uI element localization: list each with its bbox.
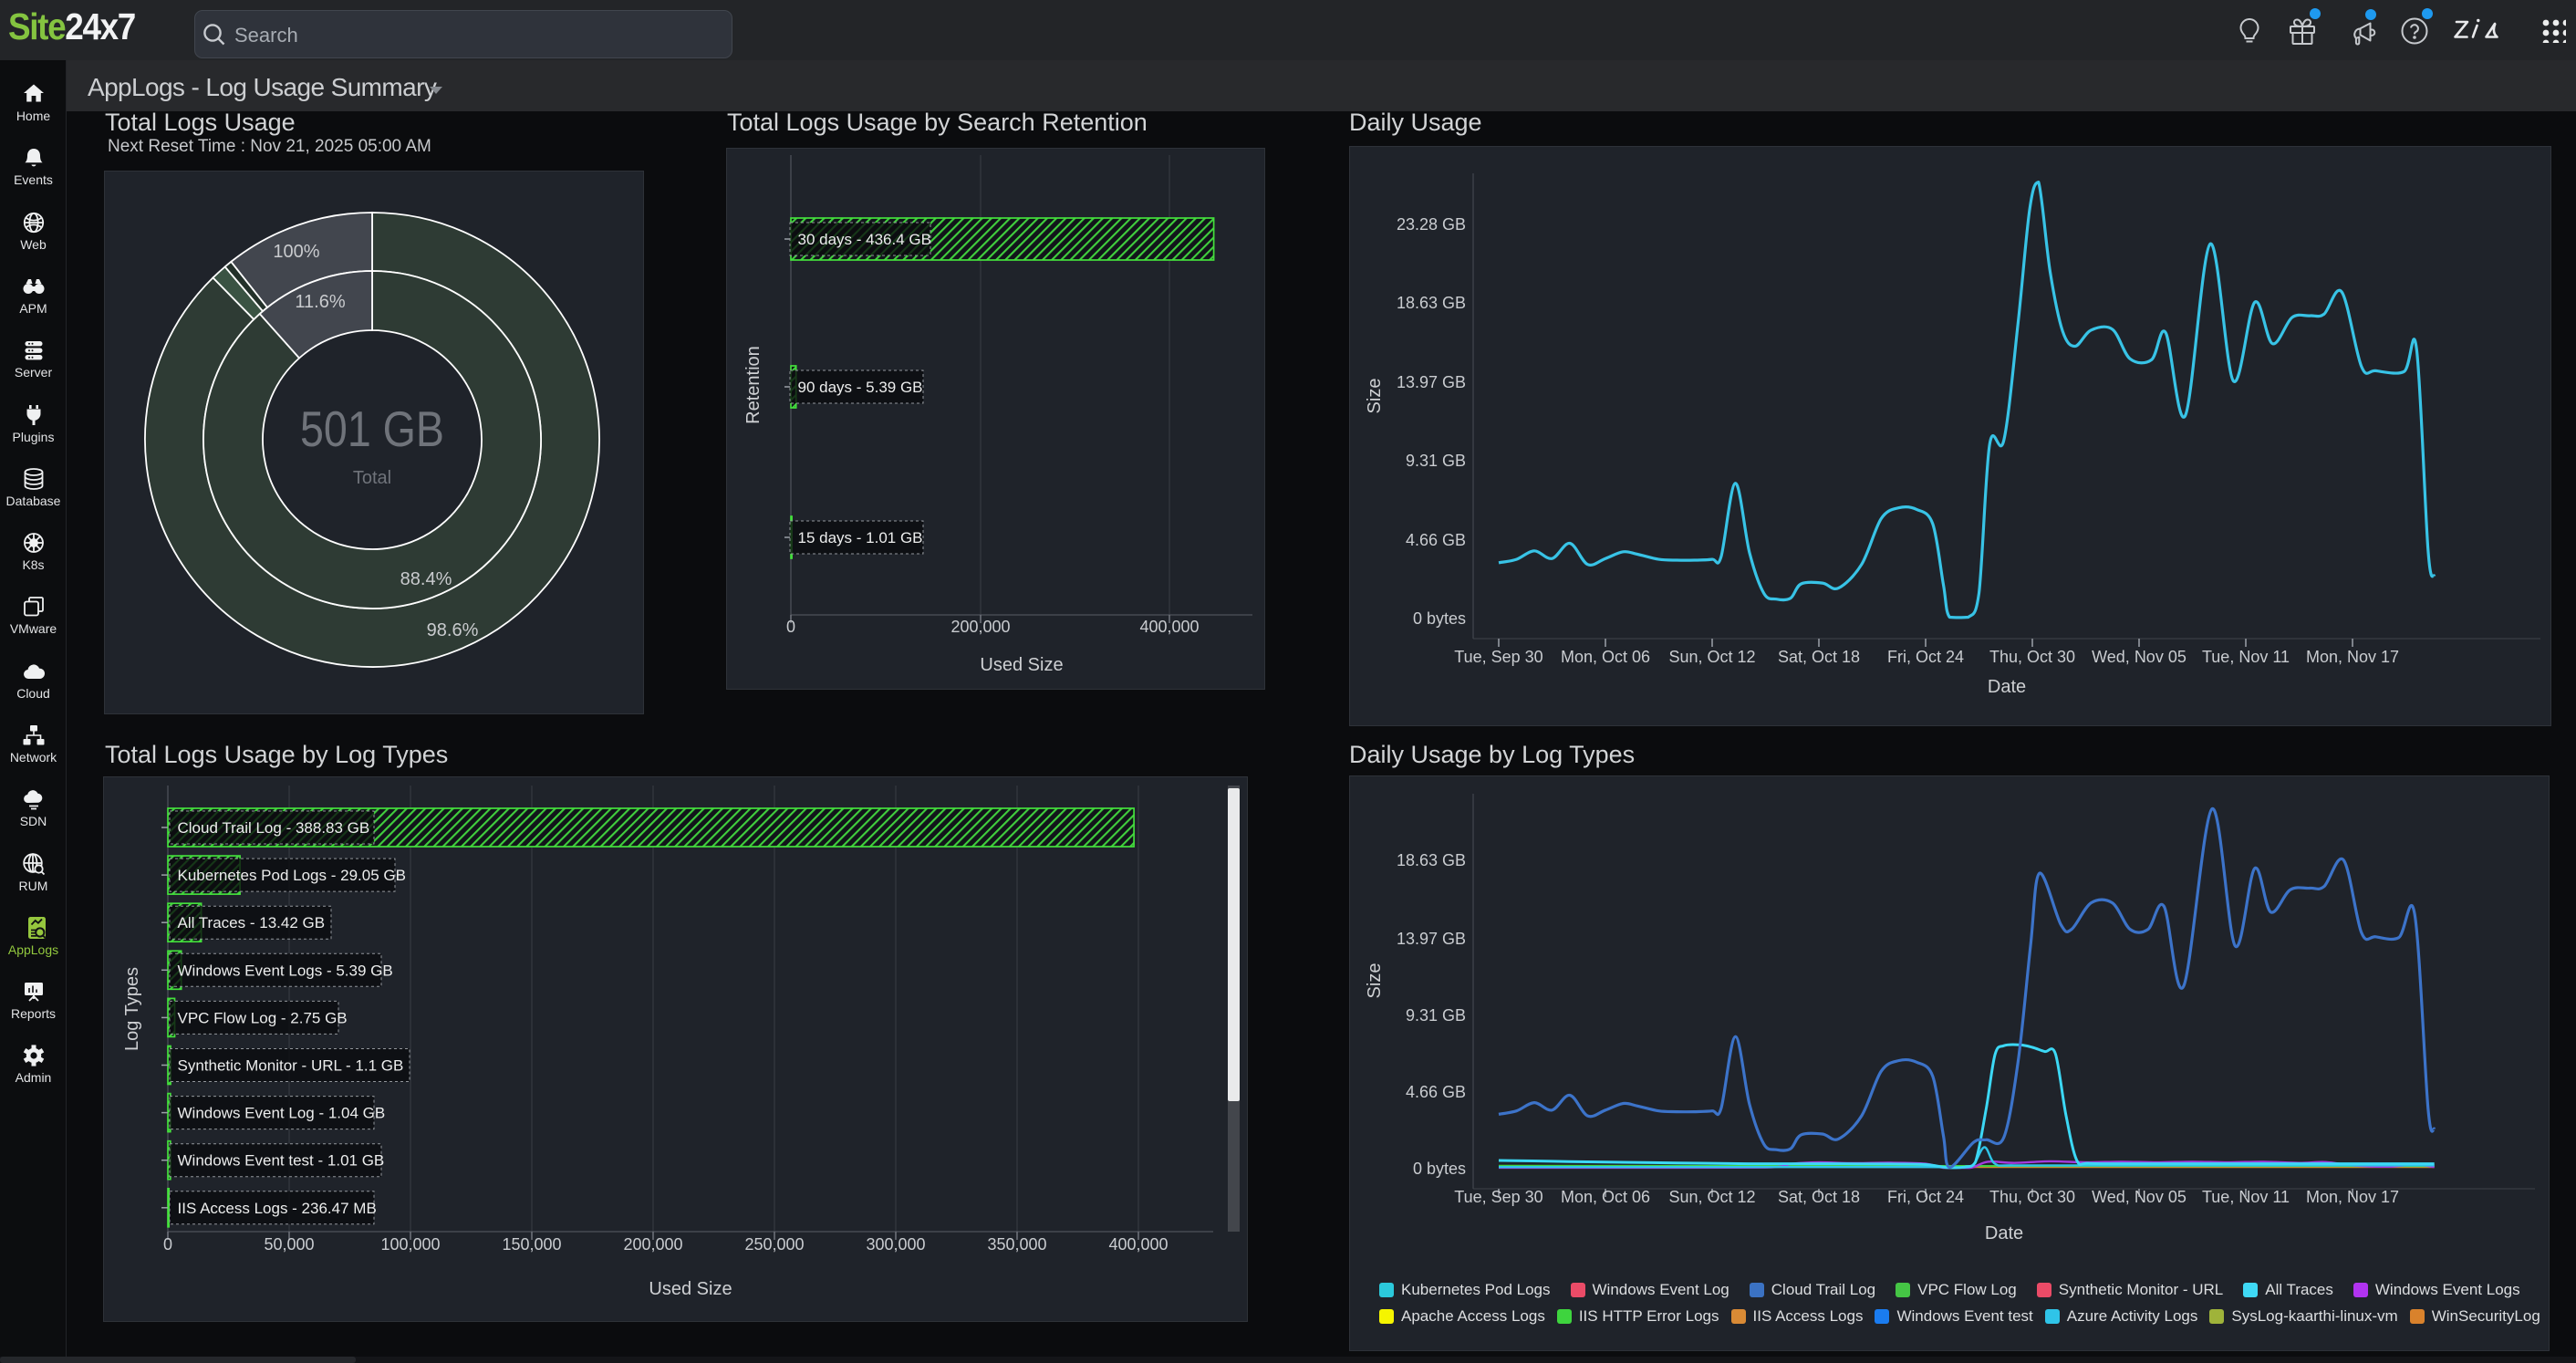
- svg-text:0 bytes: 0 bytes: [1413, 609, 1466, 628]
- svg-text:100%: 100%: [273, 242, 319, 262]
- svg-text:Sun, Oct 12: Sun, Oct 12: [1668, 1188, 1755, 1206]
- svg-text:Tue, Sep 30: Tue, Sep 30: [1454, 1188, 1542, 1206]
- svg-text:11.6%: 11.6%: [295, 292, 345, 312]
- svg-text:Size: Size: [1365, 379, 1385, 414]
- svg-text:Sun, Oct 12: Sun, Oct 12: [1668, 648, 1755, 666]
- svg-text:Sat, Oct 18: Sat, Oct 18: [1778, 1188, 1860, 1206]
- svg-text:Used Size: Used Size: [980, 655, 1063, 675]
- svg-text:0: 0: [786, 618, 795, 636]
- svg-text:Date: Date: [1988, 677, 2026, 697]
- svg-text:9.31 GB: 9.31 GB: [1406, 452, 1466, 470]
- svg-text:50,000: 50,000: [264, 1235, 314, 1254]
- svg-text:Used Size: Used Size: [649, 1279, 732, 1299]
- svg-text:Windows Event test - 1.01 GB: Windows Event test - 1.01 GB: [178, 1152, 385, 1170]
- svg-text:Log Types: Log Types: [122, 967, 142, 1051]
- svg-text:IIS Access Logs - 236.47 MB: IIS Access Logs - 236.47 MB: [178, 1200, 377, 1217]
- svg-text:400,000: 400,000: [1139, 618, 1199, 636]
- svg-text:90 days - 5.39 GB: 90 days - 5.39 GB: [798, 379, 923, 396]
- svg-text:15 days - 1.01 GB: 15 days - 1.01 GB: [798, 529, 923, 546]
- svg-text:Tue, Nov 11: Tue, Nov 11: [2202, 1188, 2290, 1206]
- svg-text:501 GB: 501 GB: [300, 401, 444, 457]
- svg-text:Tue, Nov 11: Tue, Nov 11: [2202, 648, 2290, 666]
- svg-text:Mon, Nov 17: Mon, Nov 17: [2306, 648, 2399, 666]
- svg-text:13.97 GB: 13.97 GB: [1397, 373, 1466, 391]
- svg-text:18.63 GB: 18.63 GB: [1397, 294, 1466, 312]
- svg-text:18.63 GB: 18.63 GB: [1397, 851, 1466, 869]
- svg-text:88.4%: 88.4%: [400, 569, 452, 589]
- svg-text:Thu, Oct 30: Thu, Oct 30: [1989, 648, 2075, 666]
- svg-text:Tue, Sep 30: Tue, Sep 30: [1454, 648, 1542, 666]
- svg-text:250,000: 250,000: [744, 1235, 804, 1254]
- svg-text:Kubernetes Pod Logs - 29.05 GB: Kubernetes Pod Logs - 29.05 GB: [178, 867, 406, 884]
- svg-text:0: 0: [163, 1235, 172, 1254]
- svg-text:400,000: 400,000: [1108, 1235, 1168, 1254]
- svg-text:Mon, Nov 17: Mon, Nov 17: [2306, 1188, 2399, 1206]
- svg-text:4.66 GB: 4.66 GB: [1406, 531, 1466, 549]
- svg-text:Wed, Nov 05: Wed, Nov 05: [2092, 1188, 2186, 1206]
- svg-text:Date: Date: [1985, 1223, 2023, 1243]
- svg-text:Thu, Oct 30: Thu, Oct 30: [1989, 1188, 2075, 1206]
- svg-text:Windows Event Log - 1.04 GB: Windows Event Log - 1.04 GB: [178, 1105, 386, 1122]
- svg-text:300,000: 300,000: [866, 1235, 925, 1254]
- svg-text:Fri, Oct 24: Fri, Oct 24: [1887, 648, 1964, 666]
- svg-text:Synthetic Monitor - URL - 1.1: Synthetic Monitor - URL - 1.1 GB: [178, 1057, 404, 1075]
- svg-text:98.6%: 98.6%: [427, 620, 479, 640]
- svg-text:Retention: Retention: [743, 346, 763, 424]
- svg-text:Cloud Trail Log - 388.83 GB: Cloud Trail Log - 388.83 GB: [178, 819, 370, 837]
- svg-text:0 bytes: 0 bytes: [1413, 1160, 1466, 1178]
- svg-text:Windows Event Logs - 5.39 GB: Windows Event Logs - 5.39 GB: [178, 962, 393, 979]
- svg-text:350,000: 350,000: [987, 1235, 1046, 1254]
- svg-text:Size: Size: [1365, 963, 1385, 999]
- svg-text:4.66 GB: 4.66 GB: [1406, 1083, 1466, 1101]
- svg-text:Wed, Nov 05: Wed, Nov 05: [2092, 648, 2186, 666]
- svg-text:200,000: 200,000: [950, 618, 1010, 636]
- svg-text:13.97 GB: 13.97 GB: [1397, 930, 1466, 948]
- svg-text:VPC Flow Log - 2.75 GB: VPC Flow Log - 2.75 GB: [178, 1009, 348, 1026]
- svg-text:Mon, Oct 06: Mon, Oct 06: [1561, 1188, 1650, 1206]
- svg-text:Sat, Oct 18: Sat, Oct 18: [1778, 648, 1860, 666]
- svg-text:100,000: 100,000: [380, 1235, 440, 1254]
- svg-text:9.31 GB: 9.31 GB: [1406, 1006, 1466, 1025]
- svg-text:Fri, Oct 24: Fri, Oct 24: [1887, 1188, 1964, 1206]
- svg-text:30 days - 436.4 GB: 30 days - 436.4 GB: [798, 231, 931, 248]
- svg-text:Total: Total: [353, 468, 391, 488]
- svg-text:23.28 GB: 23.28 GB: [1397, 215, 1466, 234]
- svg-text:Mon, Oct 06: Mon, Oct 06: [1561, 648, 1650, 666]
- svg-text:200,000: 200,000: [623, 1235, 682, 1254]
- svg-text:All Traces - 13.42 GB: All Traces - 13.42 GB: [178, 914, 326, 931]
- svg-text:150,000: 150,000: [502, 1235, 561, 1254]
